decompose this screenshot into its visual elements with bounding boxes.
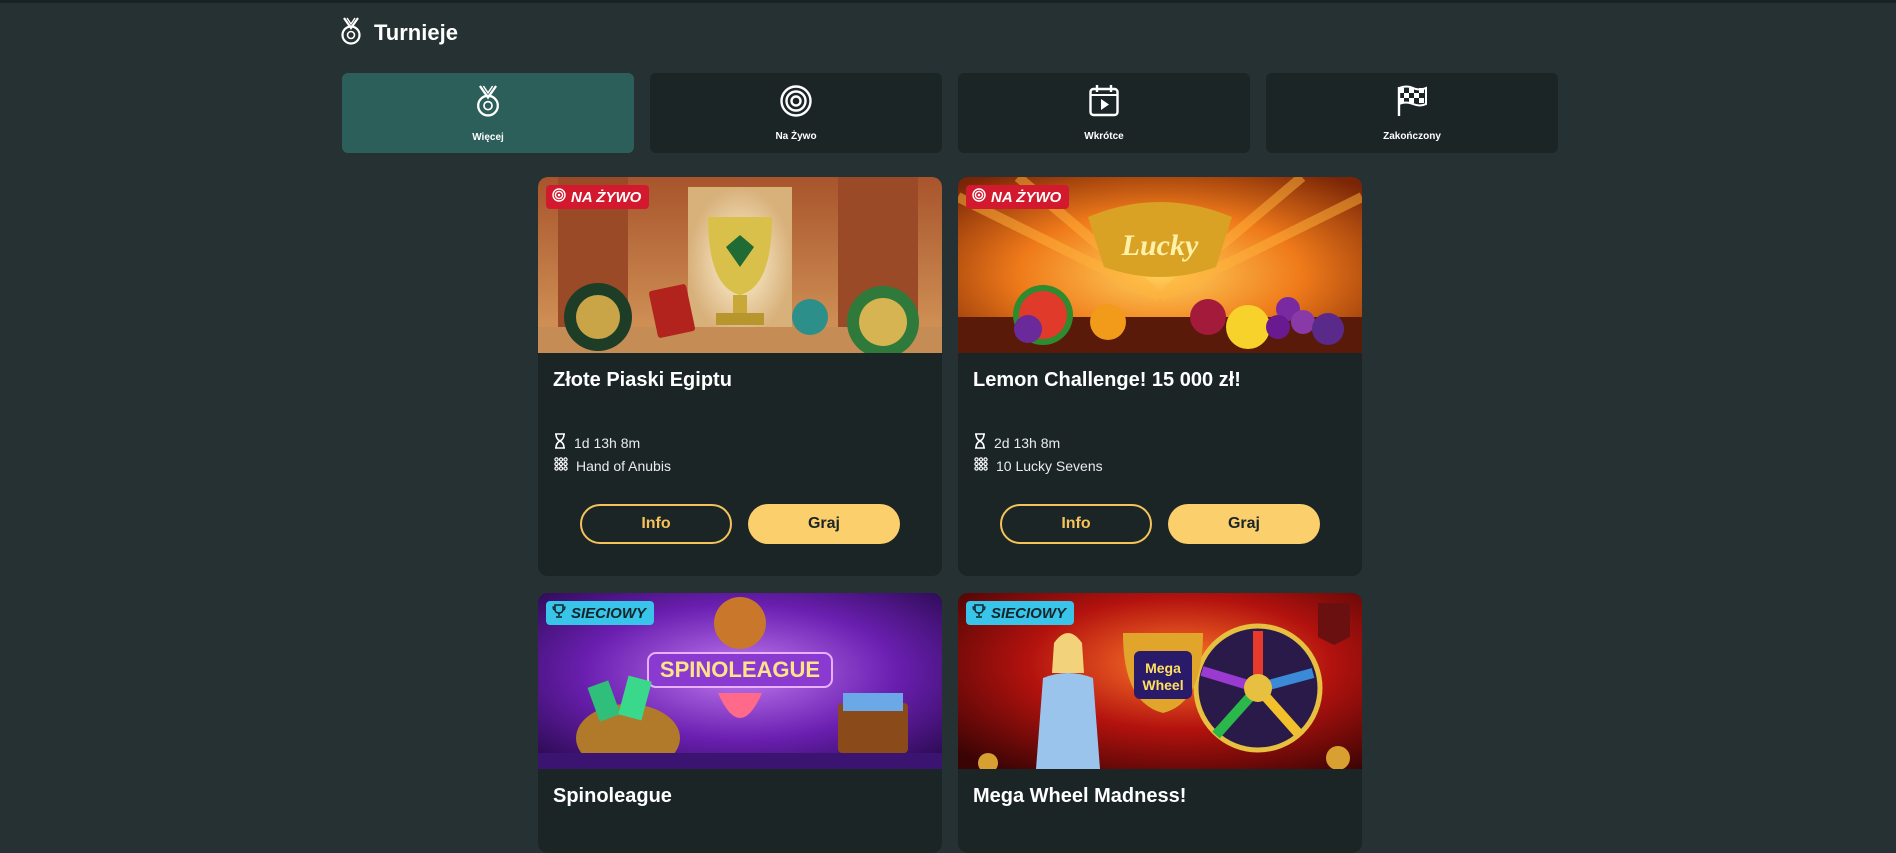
tournament-grid: NA ŻYWO Złote Piaski Egiptu 1d 13h 8m Ha…	[538, 177, 1362, 853]
tournament-card: SPINOLEAGUE SIECIOWY Spinoleague	[538, 593, 942, 853]
tournament-banner[interactable]: Lucky NA ŻYWO	[958, 177, 1362, 353]
svg-text:Wheel: Wheel	[1142, 677, 1183, 693]
status-badge: SIECIOWY	[546, 601, 655, 625]
tournament-name: Lemon Challenge! 15 000 zł!	[973, 369, 1241, 391]
tournament-tabs: Więcej Na Żywo Wkrótce Zakończony	[342, 73, 1558, 153]
page-header: Turnieje	[338, 16, 458, 50]
play-button[interactable]: Graj	[748, 504, 900, 544]
tournament-banner[interactable]: NA ŻYWO	[538, 177, 942, 353]
tournament-banner[interactable]: Mega Wheel SIECIOWY	[958, 593, 1362, 769]
page-title: Turnieje	[374, 20, 458, 45]
play-button[interactable]: Graj	[1168, 504, 1320, 544]
tournament-name: Mega Wheel Madness!	[973, 785, 1187, 807]
tab-label: Na Żywo	[775, 131, 817, 142]
trophy-icon	[552, 604, 566, 622]
target-icon	[552, 188, 566, 206]
tab-finished[interactable]: Zakończony	[1266, 73, 1558, 153]
grid-icon	[554, 457, 568, 474]
tournament-card: Lucky NA ŻYWO Lemon Challenge! 15 000 zł…	[958, 177, 1362, 576]
tab-label: Wkrótce	[1084, 131, 1124, 142]
info-button[interactable]: Info	[1000, 504, 1152, 544]
svg-text:SPINOLEAGUE: SPINOLEAGUE	[660, 657, 820, 682]
svg-text:Lucky: Lucky	[1121, 229, 1199, 262]
hourglass-icon	[974, 433, 986, 452]
status-badge: SIECIOWY	[966, 601, 1075, 625]
game-name: Hand of Anubis	[554, 457, 671, 474]
target-icon	[972, 188, 986, 206]
info-button[interactable]: Info	[580, 504, 732, 544]
calendar-play-icon	[1088, 84, 1120, 123]
medal-icon	[473, 83, 503, 124]
tournament-name: Złote Piaski Egiptu	[553, 369, 732, 391]
checkered-flag-icon	[1396, 84, 1428, 123]
game-name: 10 Lucky Sevens	[974, 457, 1103, 474]
tournament-name: Spinoleague	[553, 785, 672, 807]
tab-more[interactable]: Więcej	[342, 73, 634, 153]
status-badge: NA ŻYWO	[966, 185, 1070, 209]
time-remaining: 1d 13h 8m	[554, 433, 640, 452]
medal-icon	[338, 16, 364, 51]
target-icon	[779, 84, 813, 123]
tab-label: Zakończony	[1383, 131, 1441, 142]
top-border	[0, 0, 1896, 3]
tab-label: Więcej	[472, 132, 504, 143]
trophy-icon	[972, 604, 986, 622]
grid-icon	[974, 457, 988, 474]
tournament-banner[interactable]: SPINOLEAGUE SIECIOWY	[538, 593, 942, 769]
tournament-card: Mega Wheel SIECIOWY Mega Wheel Madness!	[958, 593, 1362, 853]
status-badge: NA ŻYWO	[546, 185, 650, 209]
hourglass-icon	[554, 433, 566, 452]
time-remaining: 2d 13h 8m	[974, 433, 1060, 452]
tab-upcoming[interactable]: Wkrótce	[958, 73, 1250, 153]
tournament-card: NA ŻYWO Złote Piaski Egiptu 1d 13h 8m Ha…	[538, 177, 942, 576]
tab-live[interactable]: Na Żywo	[650, 73, 942, 153]
svg-text:Mega: Mega	[1145, 660, 1181, 676]
